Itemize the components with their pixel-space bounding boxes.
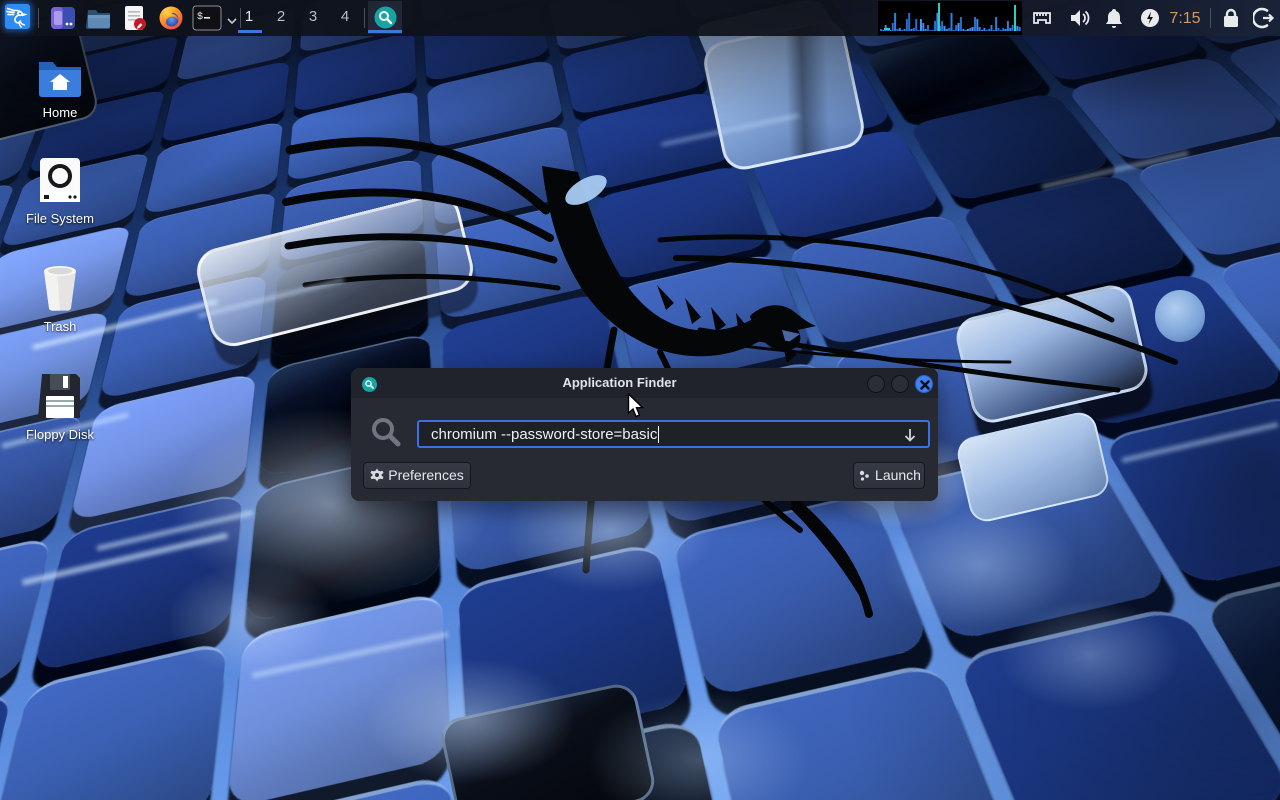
svg-text:$: $: [197, 11, 203, 23]
